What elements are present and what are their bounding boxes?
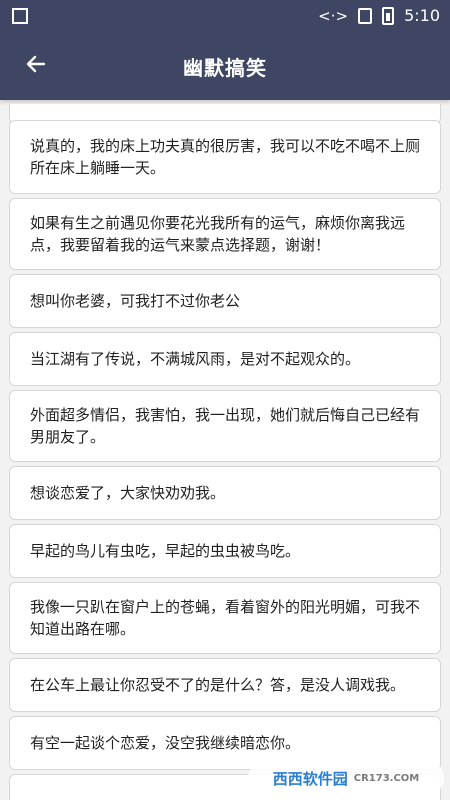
joke-card[interactable]: 当江湖有了传说，不满城风雨，是对不起观众的。	[9, 332, 441, 386]
joke-list[interactable]: 说真的，我的床上功夫真的很厉害，我可以不吃不喝不上厕所在床上躺睡一天。 如果有生…	[9, 104, 441, 800]
code-bracket-icon: <·>	[318, 7, 349, 25]
joke-text: 说真的，我的床上功夫真的很厉害，我可以不吃不喝不上厕所在床上躺睡一天。	[30, 137, 421, 177]
joke-card[interactable]: 想谈恋爱了，大家快劝劝我。	[9, 466, 441, 520]
joke-text: 想叫你老婆，可我打不过你老公	[30, 292, 241, 310]
watermark-text: 西西软件园	[272, 769, 348, 788]
status-bar: <·> 5:10	[0, 0, 450, 32]
app-bar: 幽默搞笑	[0, 32, 450, 100]
watermark-sub: CR173.COM	[353, 772, 420, 784]
joke-text: 如果有生之前遇见你要花光我所有的运气，麻烦你离我远点，我要留着我的运气来蒙点选择…	[30, 214, 406, 254]
joke-card[interactable]: 如果有生之前遇见你要花光我所有的运气，麻烦你离我远点，我要留着我的运气来蒙点选择…	[9, 198, 441, 270]
joke-card[interactable]: 外面超多情侣，我害怕，我一出现，她们就后悔自己已经有男朋友了。	[9, 390, 441, 462]
joke-text: 想谈恋爱了，大家快劝劝我。	[30, 484, 226, 502]
joke-text: 当江湖有了传说，不满城风雨，是对不起观众的。	[30, 350, 361, 368]
page-title: 幽默搞笑	[183, 55, 267, 80]
no-sim-icon	[358, 8, 373, 24]
status-icons: <·> 5:10	[318, 6, 440, 26]
joke-card[interactable]: 说真的，我的床上功夫真的很厉害，我可以不吃不喝不上厕所在床上躺睡一天。	[9, 120, 441, 194]
joke-text: 有空一起谈个恋爱，没空我继续暗恋你。	[30, 734, 301, 752]
joke-card[interactable]: 想叫你老婆，可我打不过你老公	[9, 274, 441, 328]
joke-text: 外面超多情侣，我害怕，我一出现，她们就后悔自己已经有男朋友了。	[30, 406, 421, 446]
joke-text: 早起的鸟儿有虫吃，早起的虫虫被鸟吃。	[30, 542, 301, 560]
watermark-logo: 西西软件园 CR173.COM	[248, 760, 444, 796]
joke-card[interactable]: 我像一只趴在窗户上的苍蝇，看着窗外的阳光明媚，可我不知道出路在哪。	[9, 582, 441, 654]
joke-card[interactable]: 早起的鸟儿有虫吃，早起的虫虫被鸟吃。	[9, 524, 441, 578]
image-icon	[12, 8, 28, 24]
joke-card[interactable]: 在公车上最让你忍受不了的是什么？答，是没人调戏我。	[9, 658, 441, 712]
joke-text: 我像一只趴在窗户上的苍蝇，看着窗外的阳光明媚，可我不知道出路在哪。	[30, 598, 421, 638]
status-time: 5:10	[404, 6, 440, 25]
joke-text: 在公车上最让你忍受不了的是什么？答，是没人调戏我。	[30, 676, 406, 694]
battery-charging-icon	[382, 7, 395, 25]
